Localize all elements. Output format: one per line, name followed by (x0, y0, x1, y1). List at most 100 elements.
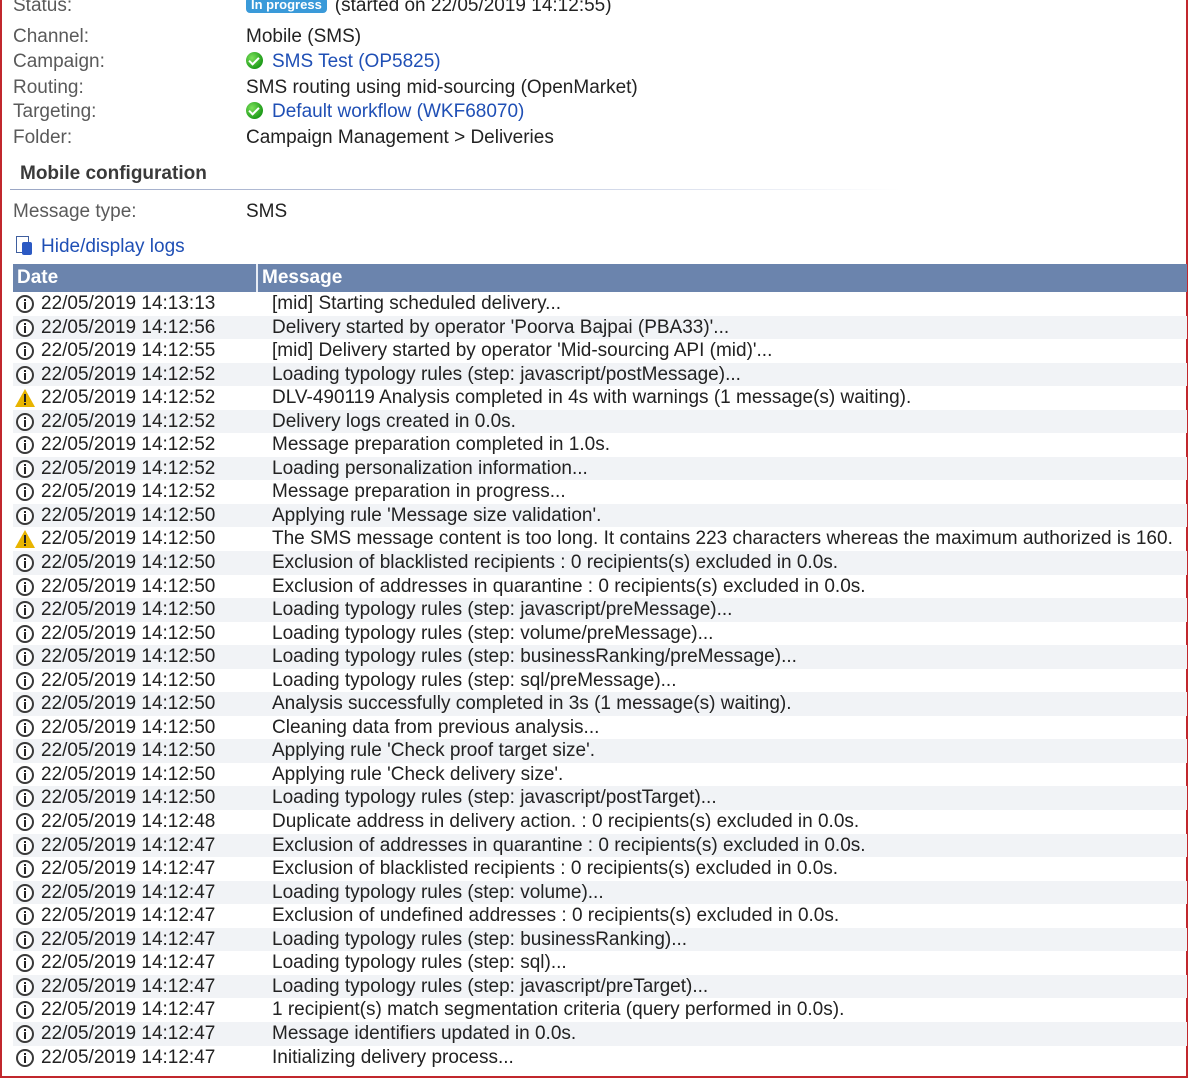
row-message: Loading typology rules (step: volume)... (272, 881, 604, 903)
info-icon (15, 341, 35, 361)
table-row[interactable]: 22/05/2019 14:12:56 Delivery started by o… (13, 315, 1187, 340)
info-icon (15, 482, 35, 502)
row-message: Loading typology rules (step: volume/pre… (272, 622, 714, 644)
table-row[interactable]: 22/05/2019 14:12:50 Exclusion of addresse… (13, 575, 1187, 599)
table-row[interactable]: 22/05/2019 14:12:47 Exclusion of blacklis… (13, 857, 1187, 881)
row-message: DLV-490119 Analysis completed in 4s with… (272, 387, 912, 409)
table-row[interactable]: 22/05/2019 14:12:50 Applying rule 'Check … (13, 739, 1187, 763)
row-date: 22/05/2019 14:12:47 (41, 975, 216, 997)
row-message: Loading typology rules (step: javascript… (272, 787, 717, 809)
targeting-link[interactable]: Default workflow (WKF68070) (272, 101, 524, 122)
info-icon (15, 977, 35, 997)
row-date: 22/05/2019 14:12:50 (41, 646, 216, 668)
row-date: 22/05/2019 14:12:52 (41, 457, 216, 479)
document-icon (16, 236, 32, 255)
row-date: 22/05/2019 14:12:48 (41, 811, 216, 833)
table-row[interactable]: 22/05/2019 14:12:50 Exclusion of blacklis… (13, 551, 1187, 575)
column-header-message[interactable]: Message (262, 267, 342, 289)
info-icon (15, 1048, 35, 1068)
status-started-text: (started on 22/05/2019 14:12:55) (334, 0, 612, 16)
row-message: Initializing delivery process... (272, 1046, 514, 1068)
folder-label: Folder: (13, 127, 73, 148)
info-icon (15, 577, 35, 597)
row-date: 22/05/2019 14:12:50 (41, 669, 216, 691)
row-message: Delivery logs created in 0.0s. (272, 410, 516, 432)
table-row[interactable]: 22/05/2019 14:12:55 [mid] Delivery starte… (13, 339, 1187, 363)
row-date: 22/05/2019 14:12:47 (41, 1046, 216, 1068)
table-row[interactable]: 22/05/2019 14:12:50 Cleaning data from pr… (13, 716, 1187, 740)
row-date: 22/05/2019 14:12:50 (41, 787, 216, 809)
table-row[interactable]: 22/05/2019 14:12:47 Loading typology rule… (13, 974, 1187, 999)
info-icon (15, 718, 35, 738)
table-row[interactable]: 22/05/2019 14:12:47 Loading typology rule… (13, 880, 1187, 905)
row-date: 22/05/2019 14:12:47 (41, 858, 216, 880)
table-row[interactable]: 22/05/2019 14:12:50 Loading typology rule… (13, 669, 1187, 693)
table-row[interactable]: 22/05/2019 14:12:50 The SMS message conte… (13, 527, 1187, 551)
row-message: Delivery started by operator 'Poorva Baj… (272, 316, 730, 338)
row-date: 22/05/2019 14:12:50 (41, 504, 216, 526)
row-date: 22/05/2019 14:12:50 (41, 575, 216, 597)
table-row[interactable]: 22/05/2019 14:12:47 1 recipient(s) match … (13, 998, 1187, 1022)
info-icon (15, 1000, 35, 1020)
table-row[interactable]: 22/05/2019 14:12:48 Duplicate address in … (13, 810, 1187, 834)
table-row[interactable]: 22/05/2019 14:12:47 Exclusion of addresse… (13, 833, 1187, 858)
info-icon (15, 647, 35, 667)
table-row[interactable]: 22/05/2019 14:12:50 Loading typology rule… (13, 598, 1187, 622)
table-row[interactable]: 22/05/2019 14:12:47 Initializing delivery… (13, 1046, 1187, 1070)
table-row[interactable]: 22/05/2019 14:13:13 [mid] Starting schedu… (13, 292, 1187, 316)
info-icon (15, 671, 35, 691)
row-date: 22/05/2019 14:12:52 (41, 363, 216, 385)
table-row[interactable]: 22/05/2019 14:12:50 Applying rule 'Messag… (13, 503, 1187, 528)
info-icon (15, 906, 35, 926)
row-date: 22/05/2019 14:12:52 (41, 387, 216, 409)
info-icon (15, 765, 35, 785)
row-message: Analysis successfully completed in 3s (1… (272, 693, 792, 715)
row-date: 22/05/2019 14:12:52 (41, 434, 216, 456)
table-row[interactable]: 22/05/2019 14:12:52 Loading personalizati… (13, 456, 1187, 481)
table-row[interactable]: 22/05/2019 14:12:47 Message identifiers u… (13, 1021, 1187, 1046)
row-date: 22/05/2019 14:12:47 (41, 834, 216, 856)
section-divider (10, 189, 900, 190)
row-date: 22/05/2019 14:12:50 (41, 622, 216, 644)
table-row[interactable]: 22/05/2019 14:12:52 Message preparation c… (13, 433, 1187, 457)
row-date: 22/05/2019 14:13:13 (41, 293, 216, 314)
row-message: Applying rule 'Check delivery size'. (272, 763, 564, 785)
info-icon (15, 459, 35, 479)
table-row[interactable]: 22/05/2019 14:12:47 Exclusion of undefine… (13, 904, 1187, 928)
row-date: 22/05/2019 14:12:50 (41, 716, 216, 738)
info-icon (15, 859, 35, 879)
column-separator[interactable] (256, 264, 258, 292)
table-row[interactable]: 22/05/2019 14:12:52 Message preparation i… (13, 480, 1187, 504)
row-message: Loading typology rules (step: sql/preMes… (272, 669, 677, 691)
row-date: 22/05/2019 14:12:47 (41, 905, 216, 927)
table-row[interactable]: 22/05/2019 14:12:52 DLV-490119 Analysis c… (13, 386, 1187, 410)
info-icon (15, 600, 35, 620)
channel-value: Mobile (SMS) (246, 26, 362, 47)
table-row[interactable]: 22/05/2019 14:12:47 Loading typology rule… (13, 927, 1187, 952)
table-row[interactable]: 22/05/2019 14:12:50 Analysis successfully… (13, 692, 1187, 716)
table-row[interactable]: 22/05/2019 14:12:50 Loading typology rule… (13, 622, 1187, 646)
row-message: Applying rule 'Message size validation'. (272, 504, 602, 526)
column-header-date[interactable]: Date (17, 267, 58, 289)
row-message: Exclusion of undefined addresses : 0 rec… (272, 905, 840, 927)
hide-display-logs-link[interactable]: Hide/display logs (16, 236, 185, 258)
table-row[interactable]: 22/05/2019 14:12:50 Loading typology rule… (13, 786, 1187, 811)
targeting-value: Default workflow (WKF68070) (246, 100, 524, 124)
row-message: Loading typology rules (step: sql)... (272, 952, 567, 974)
row-message: Duplicate address in delivery action. : … (272, 811, 860, 833)
row-date: 22/05/2019 14:12:52 (41, 410, 216, 432)
table-row[interactable]: 22/05/2019 14:12:52 Delivery logs created… (13, 409, 1187, 434)
hide-display-logs-label: Hide/display logs (41, 236, 185, 257)
table-row[interactable]: 22/05/2019 14:12:50 Loading typology rule… (13, 645, 1187, 669)
table-row[interactable]: 22/05/2019 14:12:52 Loading typology rule… (13, 362, 1187, 387)
info-icon (15, 506, 35, 526)
row-date: 22/05/2019 14:12:55 (41, 340, 216, 362)
info-icon (15, 741, 35, 761)
row-message: [mid] Starting scheduled delivery... (272, 293, 562, 314)
message-type-value: SMS (246, 201, 288, 222)
table-row[interactable]: 22/05/2019 14:12:50 Applying rule 'Check … (13, 763, 1187, 787)
row-date: 22/05/2019 14:12:47 (41, 881, 216, 903)
campaign-link[interactable]: SMS Test (OP5825) (272, 51, 441, 72)
table-row[interactable]: 22/05/2019 14:12:47 Loading typology rule… (13, 951, 1187, 975)
row-message: Message preparation in progress... (272, 481, 566, 503)
